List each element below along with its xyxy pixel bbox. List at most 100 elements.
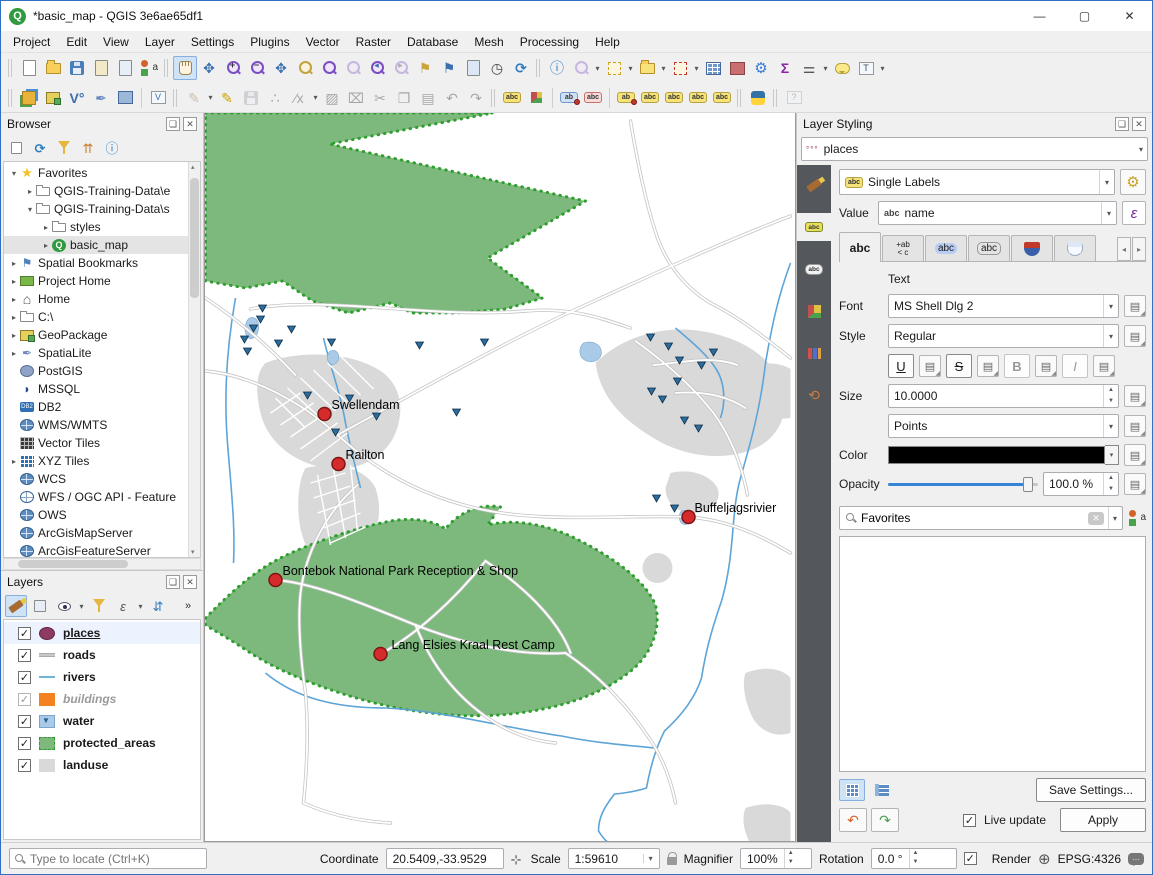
style-manager-button[interactable]: a — [137, 56, 161, 80]
browser-filter-button[interactable] — [53, 137, 75, 159]
tab-diagrams[interactable] — [797, 339, 831, 367]
browser-item-arcgis-feature-server[interactable]: ArcGisFeatureServer — [4, 542, 188, 557]
layer-checkbox[interactable] — [18, 715, 31, 728]
style-manager-icon[interactable]: a — [1128, 509, 1146, 527]
browser-item-arcgis-map-server[interactable]: ArcGisMapServer — [4, 524, 188, 542]
underline-button[interactable]: U — [888, 354, 914, 378]
font-select[interactable]: MS Shell Dlg 2▾ — [888, 294, 1119, 318]
style-override-button[interactable]: ▤ — [1124, 325, 1146, 347]
browser-item-wms-wmts[interactable]: WMS/WMTS — [4, 416, 188, 434]
new-temporary-layer-button[interactable] — [113, 86, 137, 110]
collapse-all-button[interactable]: ⇈ — [77, 137, 99, 159]
scrollbar-thumb[interactable] — [18, 560, 128, 568]
bold-button[interactable]: B — [1004, 354, 1030, 378]
copy-features-button[interactable]: ❐ — [392, 86, 416, 110]
temporal-controller-button[interactable]: ◷ — [485, 56, 509, 80]
bookmark-manager-button[interactable] — [461, 56, 485, 80]
vertex-tool-button[interactable]: ⁄x — [287, 86, 311, 110]
browser-item-project-home[interactable]: ▸ Project Home — [4, 272, 188, 290]
expander-icon[interactable]: ▸ — [8, 313, 20, 322]
map-tips-button[interactable] — [830, 56, 854, 80]
layer-checkbox[interactable] — [18, 693, 31, 706]
style-search-box[interactable]: ✕ ▾ — [839, 506, 1123, 530]
show-unplaced-labels-button[interactable]: abc — [638, 86, 662, 110]
styling-layer-selector[interactable]: °°° places ▾ — [801, 137, 1148, 161]
scale-combo[interactable]: 1:59610▾ — [568, 848, 660, 869]
browser-item-geopackage[interactable]: ▸ GeoPackage — [4, 326, 188, 344]
magnifier-spinner[interactable]: 100%▲▼ — [740, 848, 812, 869]
tab-callouts[interactable]: abc — [797, 255, 831, 283]
size-override-button[interactable]: ▤ — [1124, 385, 1146, 407]
browser-item-basic-map[interactable]: ▸ basic_map — [4, 236, 188, 254]
expander-icon[interactable]: ▸ — [8, 277, 20, 286]
tabbar-scroll-right[interactable]: ▸ — [1132, 237, 1146, 261]
zoom-in-button[interactable]: + — [221, 56, 245, 80]
apply-button[interactable]: Apply — [1060, 808, 1146, 832]
locator-input[interactable] — [30, 852, 202, 866]
messages-icon[interactable]: … — [1128, 853, 1144, 865]
open-layer-styling-button[interactable] — [5, 595, 27, 617]
browser-refresh-button[interactable]: ⟳ — [29, 137, 51, 159]
tab-text[interactable]: abc — [839, 232, 881, 262]
maximize-button[interactable]: ▢ — [1062, 1, 1107, 31]
tab-mask[interactable]: abc — [968, 235, 1010, 261]
statistics-button[interactable]: Σ — [773, 56, 797, 80]
python-console-button[interactable] — [746, 86, 770, 110]
expander-icon[interactable]: ▸ — [40, 223, 52, 232]
layers-toolbar-overflow[interactable]: » — [177, 595, 199, 617]
opacity-slider[interactable] — [888, 475, 1038, 493]
tabbar-scroll-left[interactable]: ◂ — [1117, 237, 1131, 261]
tab-labels[interactable]: abc — [797, 213, 831, 241]
tab-3d-view[interactable] — [797, 297, 831, 325]
browser-item-vector-tiles[interactable]: Vector Tiles — [4, 434, 188, 452]
rotation-spinner[interactable]: 0.0 °▲▼ — [871, 848, 957, 869]
expander-icon[interactable]: ▸ — [24, 187, 36, 196]
filter-by-expression-button[interactable]: ε — [112, 595, 134, 617]
icon-view-button[interactable] — [839, 779, 865, 801]
tab-buffer[interactable]: abc — [925, 235, 967, 261]
layer-item-protected-areas[interactable]: protected_areas — [4, 732, 200, 754]
menu-project[interactable]: Project — [5, 33, 58, 51]
color-override-button[interactable]: ▤ — [1124, 444, 1146, 466]
highlight-pinned-labels-button[interactable]: abc — [581, 86, 605, 110]
add-record-button[interactable]: ∴ — [263, 86, 287, 110]
expander-icon[interactable]: ▸ — [8, 457, 20, 466]
italic-button[interactable]: I — [1062, 354, 1088, 378]
toggle-editing-button[interactable]: ✎ — [215, 86, 239, 110]
new-project-button[interactable] — [17, 56, 41, 80]
redo-button[interactable]: ↷ — [464, 86, 488, 110]
map-canvas[interactable]: SwellendamRailtonBuffeljagsrivierBontebo… — [204, 113, 796, 842]
browser-item-mssql[interactable]: MSSQL — [4, 380, 188, 398]
layer-item-water[interactable]: water — [4, 710, 200, 732]
add-group-button[interactable] — [29, 595, 51, 617]
menu-help[interactable]: Help — [587, 33, 628, 51]
text-annotation-button[interactable]: T — [854, 56, 878, 80]
browser-item-xyz-tiles[interactable]: ▸ XYZ Tiles — [4, 452, 188, 470]
layer-checkbox[interactable] — [18, 649, 31, 662]
save-settings-button[interactable]: Save Settings... — [1036, 778, 1146, 802]
tab-history[interactable] — [797, 381, 831, 409]
browser-item-postgis[interactable]: PostGIS — [4, 362, 188, 380]
coordinate-field[interactable]: 20.5409,-33.9529 — [386, 848, 504, 869]
browser-close-button[interactable]: ✕ — [183, 117, 197, 131]
style-select[interactable]: Regular▾ — [888, 324, 1119, 348]
menu-edit[interactable]: Edit — [58, 33, 95, 51]
browser-item-wcs[interactable]: WCS — [4, 470, 188, 488]
layer-checkbox[interactable] — [18, 671, 31, 684]
menu-settings[interactable]: Settings — [183, 33, 242, 51]
layout-manager-button[interactable] — [113, 56, 137, 80]
browser-item-spatialite[interactable]: ▸ SpatiaLite — [4, 344, 188, 362]
cut-features-button[interactable]: ✂ — [368, 86, 392, 110]
change-label-button[interactable]: abc — [710, 86, 734, 110]
opacity-override-button[interactable]: ▤ — [1124, 473, 1146, 495]
save-project-button[interactable] — [65, 56, 89, 80]
modify-attributes-button[interactable]: ▨ — [320, 86, 344, 110]
menu-raster[interactable]: Raster — [348, 33, 399, 51]
layers-filter-button[interactable] — [88, 595, 110, 617]
tab-background[interactable] — [1011, 235, 1053, 261]
attribute-table-button[interactable] — [701, 56, 725, 80]
new-layout-button[interactable] — [89, 56, 113, 80]
crs-globe-icon[interactable]: ⊕ — [1038, 850, 1051, 868]
list-view-button[interactable] — [869, 779, 895, 801]
pan-map-button[interactable] — [173, 56, 197, 80]
